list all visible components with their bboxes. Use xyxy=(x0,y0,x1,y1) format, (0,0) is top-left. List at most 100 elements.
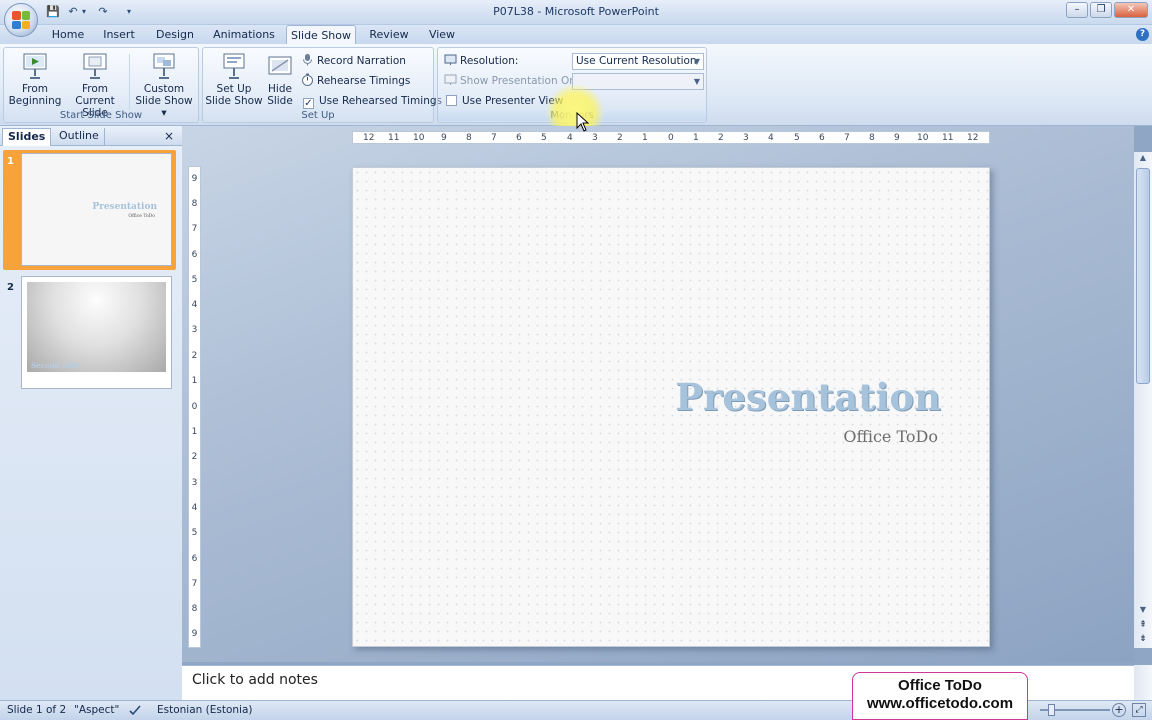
ruler-label: 4 xyxy=(567,133,573,143)
group-start-slide-show: From Beginning From Current Slide Custom… xyxy=(3,47,199,123)
set-up-label-1: Set Up xyxy=(216,83,252,95)
slide-title[interactable]: Presentation xyxy=(675,375,941,419)
ruler-label: 4 xyxy=(191,300,198,310)
ruler-label: 3 xyxy=(743,133,749,143)
monitor-icon xyxy=(444,54,457,65)
slide-thumbnail-1[interactable]: Presentation Office ToDo xyxy=(21,153,172,266)
horizontal-ruler[interactable]: 12 11 10 9 8 7 6 5 4 3 2 1 0 1 2 3 4 5 6… xyxy=(352,131,990,144)
ruler-label: 3 xyxy=(191,478,198,488)
resolution-dropdown[interactable]: Use Current Resolution ▼ xyxy=(572,53,704,70)
custom-slide-show-button[interactable]: Custom Slide Show ▾ xyxy=(132,52,196,119)
ruler-label: 6 xyxy=(516,133,522,143)
ruler-label: 9 xyxy=(191,629,198,639)
from-beginning-label-2: Beginning xyxy=(8,95,62,107)
group-separator xyxy=(129,54,130,110)
zoom-in-icon[interactable]: + xyxy=(1112,703,1126,717)
tab-home[interactable]: Home xyxy=(48,25,88,45)
theme-name[interactable]: "Aspect" xyxy=(74,704,119,716)
notes-placeholder[interactable]: Click to add notes xyxy=(192,672,318,688)
mouse-cursor-icon xyxy=(576,112,590,132)
ruler-label: 8 xyxy=(191,199,198,209)
tab-slides[interactable]: Slides xyxy=(2,128,52,146)
zoom-slider-thumb[interactable] xyxy=(1048,704,1055,716)
slide-number: 2 xyxy=(7,282,14,293)
tab-slide-show[interactable]: Slide Show xyxy=(286,25,356,45)
tab-insert[interactable]: Insert xyxy=(100,25,138,45)
from-beginning-button[interactable]: From Beginning xyxy=(6,52,64,114)
slide-counter: Slide 1 of 2 xyxy=(7,704,67,716)
tab-outline[interactable]: Outline xyxy=(54,128,105,146)
close-button[interactable]: ✕ xyxy=(1114,2,1148,18)
ruler-label: 3 xyxy=(592,133,598,143)
rehearse-timings-button[interactable]: Rehearse Timings xyxy=(301,72,410,90)
slide-canvas[interactable]: Presentation Office ToDo xyxy=(352,167,990,647)
ruler-label: 8 xyxy=(191,604,198,614)
chevron-down-icon: ▼ xyxy=(693,77,700,86)
office-logo-icon xyxy=(12,11,30,29)
ruler-label: 3 xyxy=(191,325,198,335)
scroll-down-icon[interactable]: ▼ xyxy=(1137,605,1149,617)
use-rehearsed-timings-checkbox[interactable]: ✓ Use Rehearsed Timings xyxy=(303,92,442,110)
office-button[interactable] xyxy=(4,3,38,37)
slide-subtitle[interactable]: Office ToDo xyxy=(843,427,938,446)
microphone-icon xyxy=(303,54,312,66)
scrollbar-thumb[interactable] xyxy=(1136,168,1150,384)
tab-review[interactable]: Review xyxy=(366,25,412,45)
group-set-up: Set Up Slide Show Hide Slide Record Narr… xyxy=(202,47,442,123)
resolution-label-text: Resolution: xyxy=(460,55,519,67)
stopwatch-icon xyxy=(302,73,313,86)
custom-show-icon xyxy=(153,53,175,79)
ruler-label: 1 xyxy=(191,376,198,386)
vertical-ruler[interactable]: 9 8 7 6 5 4 3 2 1 0 1 2 3 4 5 6 7 8 9 xyxy=(188,166,201,648)
language-indicator[interactable]: Estonian (Estonia) xyxy=(157,704,253,716)
tab-view[interactable]: View xyxy=(424,25,460,45)
next-slide-icon[interactable]: ⇟ xyxy=(1137,634,1149,646)
restore-button[interactable]: ❐ xyxy=(1090,2,1112,18)
ruler-label: 2 xyxy=(191,452,198,462)
fit-to-window-icon[interactable]: ⤢ xyxy=(1132,703,1146,717)
help-icon[interactable]: ? xyxy=(1136,28,1149,41)
tab-animations[interactable]: Animations xyxy=(213,25,275,45)
slide-thumbnail-2[interactable]: Second slide xyxy=(21,276,172,389)
watermark-line-2: www.officetodo.com xyxy=(866,695,1014,712)
use-rehearsed-label: Use Rehearsed Timings xyxy=(319,95,442,107)
minimize-button[interactable]: – xyxy=(1066,2,1088,18)
record-narration-button[interactable]: Record Narration xyxy=(301,52,406,70)
checkbox-unchecked[interactable] xyxy=(446,95,457,106)
ruler-label: 9 xyxy=(894,133,900,143)
ruler-label: 10 xyxy=(413,133,425,143)
ruler-label: 11 xyxy=(942,133,954,143)
checkbox-checked[interactable]: ✓ xyxy=(303,98,314,109)
set-up-label-2: Slide Show xyxy=(205,95,263,107)
from-current-label-1: From xyxy=(81,83,108,95)
thumb-caption: Second slide xyxy=(31,361,81,370)
thumb-title: Presentation xyxy=(92,202,157,212)
ruler-label: 8 xyxy=(869,133,875,143)
ruler-label: 0 xyxy=(668,133,674,143)
from-beginning-label-1: From xyxy=(21,83,48,95)
title-bar: 💾 ↶ ▾ ↷ ▾ P07L38 - Microsoft PowerPoint … xyxy=(0,0,1152,25)
set-up-slide-show-button[interactable]: Set Up Slide Show xyxy=(205,52,263,114)
spell-check-icon[interactable] xyxy=(128,704,142,717)
projector-screen-current-icon xyxy=(83,53,107,79)
close-panel-icon[interactable]: × xyxy=(164,129,174,143)
ruler-label: 2 xyxy=(191,351,198,361)
ruler-label: 7 xyxy=(191,579,198,589)
ruler-label: 7 xyxy=(191,224,198,234)
ruler-label: 5 xyxy=(541,133,547,143)
ribbon-tabs: Home Insert Design Animations Slide Show… xyxy=(0,25,1152,45)
tab-design[interactable]: Design xyxy=(153,25,197,45)
ruler-label: 4 xyxy=(768,133,774,143)
hide-slide-button[interactable]: Hide Slide xyxy=(263,52,297,114)
scroll-up-icon[interactable]: ▲ xyxy=(1137,153,1149,165)
from-current-slide-button[interactable]: From Current Slide xyxy=(62,52,128,119)
ruler-label: 7 xyxy=(491,133,497,143)
previous-slide-icon[interactable]: ⇞ xyxy=(1137,620,1149,632)
ruler-label: 8 xyxy=(466,133,472,143)
ruler-label: 1 xyxy=(693,133,699,143)
hide-label-1: Hide xyxy=(268,83,292,95)
ruler-label: 4 xyxy=(191,503,198,513)
notes-scrollbar[interactable] xyxy=(1134,665,1152,700)
ruler-label: 7 xyxy=(844,133,850,143)
ruler-label: 5 xyxy=(794,133,800,143)
